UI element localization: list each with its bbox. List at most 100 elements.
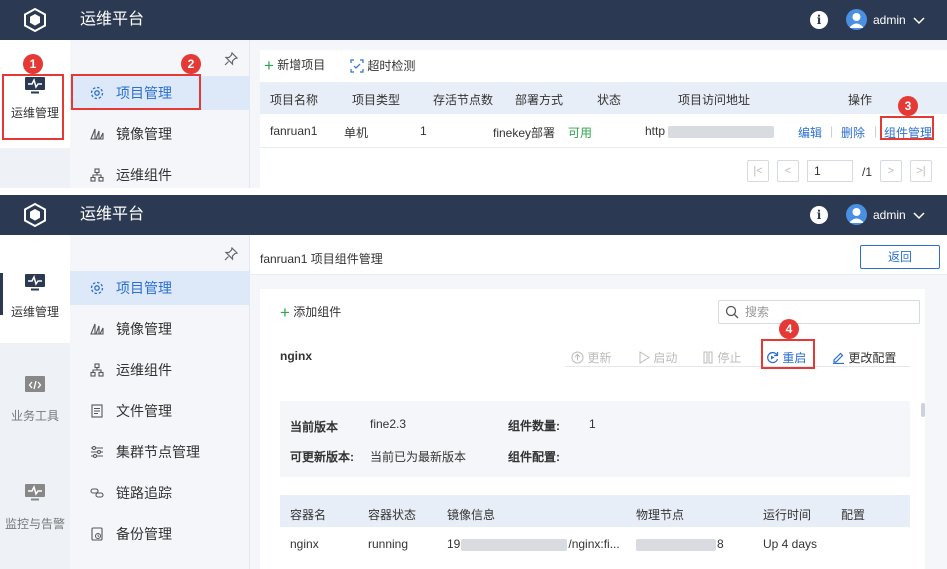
pager-page-input[interactable]: 1 [807, 160, 853, 182]
delete-link[interactable]: 删除 [841, 124, 865, 141]
scrollbar[interactable] [921, 403, 925, 417]
image-info: 19/nginx:fi... [447, 537, 620, 551]
col-header: 状态 [597, 93, 622, 107]
subnav-label: 集群节点管理 [116, 444, 200, 460]
col-header: 容器状态 [368, 508, 417, 522]
link-icon [90, 488, 104, 498]
image-info-suffix: /nginx:fi... [568, 537, 620, 551]
subnav-label: 运维组件 [116, 362, 172, 378]
user-name[interactable]: admin [873, 195, 906, 235]
highlight-box [2, 74, 64, 140]
subnav-label: 备份管理 [116, 526, 172, 542]
subnav-item-images[interactable]: 镜像管理 [70, 312, 250, 346]
add-component-button[interactable]: + 添加组件 [280, 303, 341, 323]
subnav-item-components[interactable]: 运维组件 [70, 158, 250, 188]
page-title: fanruan1 项目组件管理 [260, 252, 383, 266]
sub-nav: 项目管理 镜像管理 运维组件 [70, 40, 250, 188]
start-label: 启动 [653, 351, 678, 365]
edit-link[interactable]: 编辑 [798, 124, 822, 141]
top-bar: 运维平台 i admin [0, 0, 947, 40]
project-list-screen: 运维平台 i admin 运维管理 项目管理 镜像管理 运维组件 + 新增项目 … [0, 0, 947, 188]
component-name: nginx [280, 349, 312, 363]
image-layers-icon [90, 323, 104, 335]
subnav-label: 链路追踪 [116, 485, 172, 501]
project-name: fanruan1 [270, 124, 318, 138]
alive-nodes: 1 [420, 124, 427, 138]
version-info-panel [280, 401, 910, 477]
pager-prev-button[interactable]: < [777, 160, 799, 182]
physical-node: 8 [636, 537, 724, 551]
pager-total: /1 [862, 165, 873, 179]
document-icon [91, 404, 103, 418]
top-bar: 运维平台 i admin [0, 195, 947, 235]
info-icon[interactable]: i [810, 11, 828, 29]
org-chart-icon [90, 168, 104, 182]
toolbar-underline [565, 366, 910, 367]
subnav-item-cluster-nodes[interactable]: 集群节点管理 [70, 435, 250, 469]
divider: | [874, 124, 878, 138]
component-count-label: 组件数量: [508, 419, 560, 433]
step-badge: 4 [779, 319, 799, 339]
col-header: 镜像信息 [447, 508, 496, 522]
app-logo-icon[interactable] [0, 0, 70, 40]
active-indicator [0, 273, 3, 315]
subnav-label: 文件管理 [116, 403, 172, 419]
deploy-method: finekey部署 [493, 126, 556, 140]
update-button[interactable]: 更新 [571, 349, 611, 366]
subnav-item-backup[interactable]: 备份管理 [70, 517, 250, 551]
subnav-item-components[interactable]: 运维组件 [70, 353, 250, 387]
step-badge: 2 [181, 54, 201, 74]
image-info-prefix: 19 [447, 537, 461, 551]
updatable-version-value: 当前已为最新版本 [370, 450, 467, 464]
edit-icon [833, 352, 844, 365]
search-input[interactable]: 搜索 [718, 300, 920, 324]
start-button[interactable]: 启动 [638, 349, 677, 366]
leftnav-item-tools[interactable]: 业务工具 [0, 375, 70, 424]
leftnav-item-monitoring[interactable]: 监控与告警 [0, 483, 70, 532]
physical-node-suffix: 8 [717, 537, 724, 551]
pause-icon [703, 351, 713, 364]
subnav-item-files[interactable]: 文件管理 [70, 394, 250, 428]
pin-icon[interactable] [224, 247, 238, 261]
subnav-item-tracing[interactable]: 链路追踪 [70, 476, 250, 510]
update-label: 更新 [587, 351, 612, 365]
project-url[interactable]: http [645, 124, 775, 138]
play-icon [639, 351, 650, 364]
plus-icon: + [280, 303, 290, 322]
leftnav-label: 业务工具 [10, 409, 59, 423]
highlight-box [71, 74, 201, 110]
col-header: 运行时间 [763, 508, 812, 522]
status-badge: 可用 [568, 126, 593, 140]
col-header: 项目名称 [270, 93, 319, 107]
code-window-icon [25, 376, 45, 392]
info-icon[interactable]: i [810, 206, 828, 224]
new-project-button[interactable]: + 新增项目 [264, 56, 325, 76]
stop-label: 停止 [717, 351, 742, 365]
return-button[interactable]: 返回 [860, 245, 940, 269]
user-name[interactable]: admin [873, 0, 906, 40]
subnav-item-images[interactable]: 镜像管理 [70, 117, 250, 151]
new-project-label: 新增项目 [277, 58, 326, 72]
gear-icon [90, 281, 104, 295]
chevron-down-icon[interactable] [912, 13, 926, 27]
timeout-check-button[interactable]: 超时检测 [350, 57, 415, 74]
change-config-button[interactable]: 更改配置 [832, 349, 896, 366]
pager-next-button[interactable]: > [880, 160, 902, 182]
app-logo-icon[interactable] [0, 195, 70, 235]
col-header: 操作 [848, 93, 873, 107]
col-header: 配置 [841, 508, 866, 522]
pager-first-button[interactable]: |< [747, 160, 769, 182]
add-component-label: 添加组件 [293, 305, 342, 319]
col-header: 部署方式 [515, 93, 564, 107]
pin-icon[interactable] [224, 52, 238, 66]
leftnav-item-ops[interactable]: 运维管理 [0, 235, 70, 343]
container-status: running [368, 537, 409, 551]
stop-button[interactable]: 停止 [702, 349, 741, 366]
current-version-label: 当前版本 [290, 420, 339, 434]
pager-last-button[interactable]: >| [910, 160, 932, 182]
col-header: 容器名 [290, 508, 327, 522]
subnav-item-projects[interactable]: 项目管理 [70, 271, 250, 305]
chevron-down-icon[interactable] [912, 208, 926, 222]
avatar[interactable] [846, 9, 867, 30]
avatar[interactable] [846, 204, 867, 225]
